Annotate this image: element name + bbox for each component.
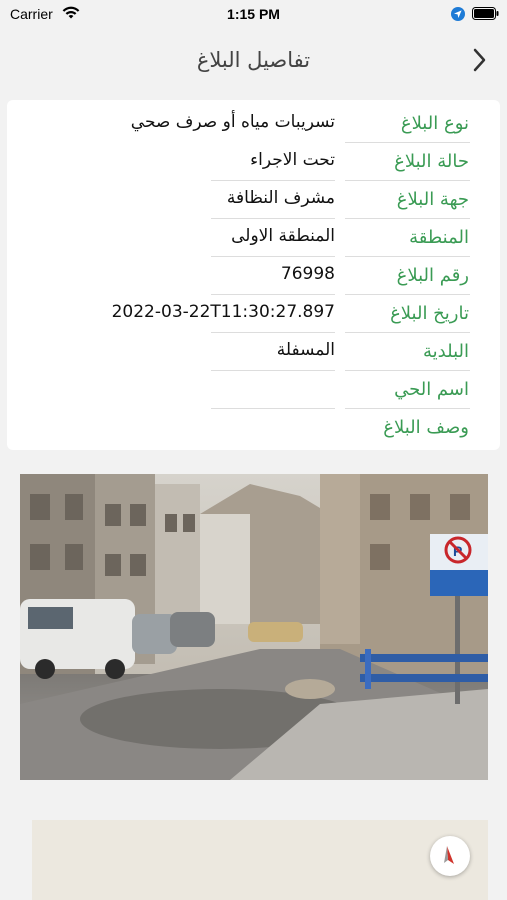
battery-icon <box>472 7 500 23</box>
detail-value: المنطقة الاولى <box>231 226 335 246</box>
detail-row-party: جهة البلاغ مشرف النظافة <box>7 181 500 219</box>
detail-label: جهة البلاغ <box>396 189 469 210</box>
detail-label: نوع البلاغ <box>400 113 469 134</box>
detail-row-status: حالة البلاغ تحت الاجراء <box>7 143 500 181</box>
detail-label: رقم البلاغ <box>396 265 469 286</box>
detail-label: وصف البلاغ <box>383 417 469 438</box>
detail-value: المسفلة <box>276 340 335 360</box>
detail-value: 76998 <box>280 264 335 284</box>
report-details-card: نوع البلاغ تسريبات مياه أو صرف صحي حالة … <box>7 100 500 450</box>
detail-value: تسريبات مياه أو صرف صحي <box>130 112 335 132</box>
detail-label: حالة البلاغ <box>394 151 469 172</box>
detail-label: المنطقة <box>409 227 469 248</box>
page-title: تفاصيل البلاغ <box>196 48 311 72</box>
detail-label: اسم الحي <box>394 379 469 400</box>
detail-row-municipality: البلدية المسفلة <box>7 333 500 371</box>
location-map[interactable] <box>32 820 488 900</box>
report-photo[interactable]: P <box>20 474 488 780</box>
detail-row-description: وصف البلاغ <box>7 409 500 447</box>
detail-row-district: اسم الحي <box>7 371 500 409</box>
status-bar: Carrier 1:15 PM <box>0 0 507 28</box>
detail-row-type: نوع البلاغ تسريبات مياه أو صرف صحي <box>7 105 500 143</box>
detail-value: تحت الاجراء <box>250 150 335 170</box>
detail-row-number: رقم البلاغ 76998 <box>7 257 500 295</box>
detail-label: تاريخ البلاغ <box>390 303 469 324</box>
detail-value: 2022-03-22T11:30:27.897 <box>111 302 335 322</box>
status-time: 1:15 PM <box>227 6 280 22</box>
chevron-icon[interactable] <box>470 46 490 78</box>
compass-icon[interactable] <box>430 836 470 876</box>
location-icon <box>450 6 466 25</box>
detail-label: البلدية <box>423 341 469 362</box>
navigation-bar: تفاصيل البلاغ <box>0 28 507 92</box>
detail-value: مشرف النظافة <box>226 188 335 208</box>
detail-row-date: تاريخ البلاغ 2022-03-22T11:30:27.897 <box>7 295 500 333</box>
detail-row-region: المنطقة المنطقة الاولى <box>7 219 500 257</box>
